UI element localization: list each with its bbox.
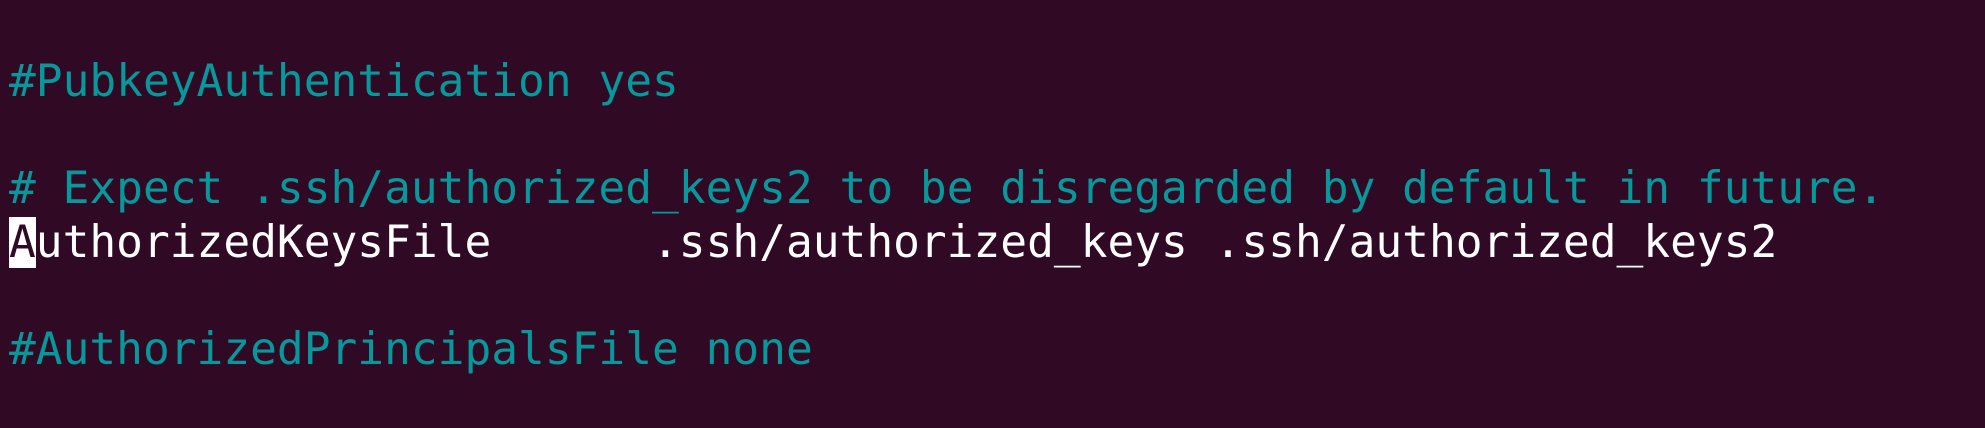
terminal-window[interactable]: #PubkeyAuthentication yes # Expect .ssh/… xyxy=(0,0,1985,428)
config-line-pubkey-auth: #PubkeyAuthentication yes xyxy=(9,56,679,107)
text-cursor: A xyxy=(9,216,36,268)
config-line-text: uthorizedKeysFile .ssh/authorized_keys .… xyxy=(35,216,1778,268)
config-line-authorized-principals: #AuthorizedPrincipalsFile none xyxy=(9,323,813,375)
config-line-authorized-keys-file: AuthorizedKeysFile .ssh/authorized_keys … xyxy=(9,216,1985,270)
config-line-comment-expect: # Expect .ssh/authorized_keys2 to be dis… xyxy=(9,163,1885,215)
